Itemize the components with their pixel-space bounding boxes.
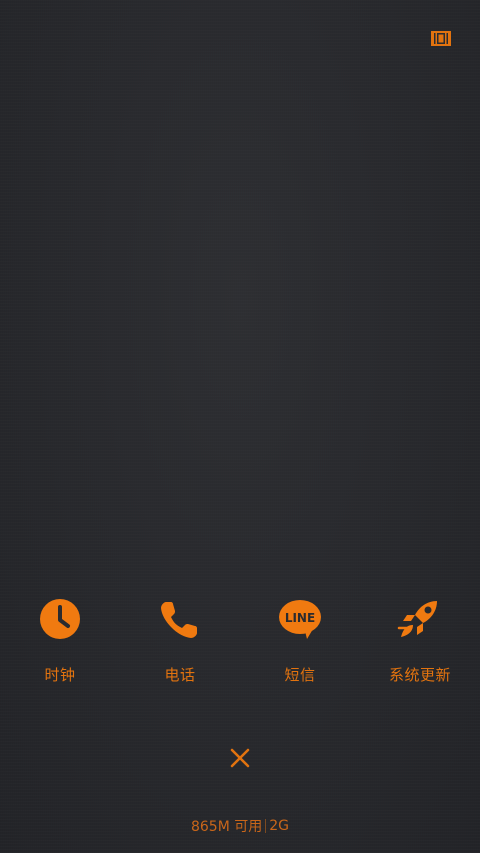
app-icon-wrapper (35, 594, 85, 644)
app-icon-wrapper (155, 594, 205, 644)
line-message-icon: LINE (279, 600, 321, 639)
recent-app-phone[interactable]: 电话 (120, 594, 240, 685)
multi-window-icon (431, 30, 451, 46)
app-icon-wrapper (395, 594, 445, 644)
recent-apps-row: 时钟 电话 LINE 短信 系统更新 (0, 594, 480, 685)
recent-app-system-update[interactable]: 系统更新 (360, 594, 480, 685)
app-label: 电话 (164, 666, 196, 684)
rocket-icon (397, 601, 437, 637)
background-texture (0, 0, 480, 853)
clock-icon (40, 599, 80, 639)
app-label: 短信 (284, 666, 316, 684)
memory-divider (265, 819, 267, 833)
close-icon (230, 748, 250, 768)
memory-status: 865M 可用 2G (0, 816, 480, 836)
app-label: 系统更新 (388, 666, 451, 684)
app-label: 时钟 (44, 666, 76, 684)
phone-icon (161, 602, 197, 638)
memory-total: 2G (269, 818, 290, 834)
recent-app-messages[interactable]: LINE 短信 (240, 594, 360, 685)
recent-app-clock[interactable]: 时钟 (0, 594, 120, 685)
line-icon-text: LINE (285, 611, 315, 625)
clear-all-button[interactable] (228, 746, 252, 770)
memory-available: 865M 可用 (190, 819, 263, 835)
multi-window-button[interactable] (430, 29, 452, 47)
app-icon-wrapper: LINE (275, 594, 325, 644)
